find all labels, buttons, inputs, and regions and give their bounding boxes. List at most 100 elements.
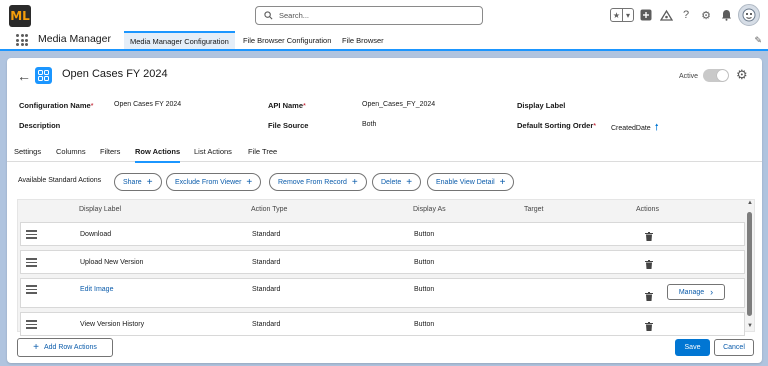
edit-nav-pencil-icon[interactable]: ✎ (754, 35, 762, 46)
nav-tab-media-manager-configuration[interactable]: Media Manager Configuration (124, 31, 235, 49)
row-display-label-link[interactable]: Edit Image (80, 286, 113, 293)
record-type-icon (35, 67, 52, 84)
settings-gear-icon[interactable]: ⚙ (736, 67, 748, 83)
tab-settings[interactable]: Settings (14, 147, 41, 156)
tab-file-tree[interactable]: File Tree (248, 147, 277, 156)
chevron-right-icon: › (710, 287, 714, 297)
tab-row-actions[interactable]: Row Actions (135, 147, 181, 163)
add-row-actions-button[interactable]: + Add Row Actions (17, 338, 113, 357)
drag-handle-icon[interactable] (26, 320, 37, 331)
active-toggle[interactable] (703, 69, 729, 82)
configuration-name-label: Configuration Name* (19, 101, 94, 110)
column-header-actions: Actions (636, 206, 659, 213)
drag-handle-icon[interactable] (26, 230, 37, 241)
help-icon[interactable]: ? (678, 6, 694, 24)
app-logo[interactable]: ML (9, 5, 31, 27)
row-display-label: View Version History (80, 321, 145, 328)
favorites-button[interactable]: ★ ▾ (610, 8, 634, 22)
row-action-type: Standard (252, 231, 281, 238)
column-header-action-type: Action Type (251, 206, 288, 213)
cancel-button[interactable]: Cancel (714, 339, 754, 356)
scrollbar-thumb[interactable] (747, 212, 752, 316)
api-name-value: Open_Cases_FY_2024 (362, 101, 436, 108)
required-marker: * (90, 101, 94, 110)
manage-button[interactable]: Manage › (667, 284, 725, 300)
search-input[interactable] (279, 11, 469, 20)
file-source-value: Both (362, 121, 377, 128)
row-actions-table: Display Label Action Type Display As Tar… (17, 199, 755, 336)
app-navigation-bar: Media Manager Media Manager Configuratio… (0, 31, 768, 51)
record-card: ← Open Cases FY 2024 Active ⚙ Configurat… (7, 58, 762, 363)
required-marker: * (593, 121, 597, 130)
star-icon[interactable]: ★ (611, 9, 622, 21)
column-header-display-label: Display Label (79, 206, 122, 213)
delete-trash-icon[interactable] (645, 292, 653, 301)
row-display-as: Button (414, 286, 435, 293)
delete-trash-icon[interactable] (645, 322, 653, 331)
search-icon (264, 11, 273, 20)
add-enable-view-detail-action-button[interactable]: Enable View Detail + (427, 173, 515, 191)
drag-handle-icon[interactable] (26, 285, 37, 296)
row-display-as: Button (414, 321, 435, 328)
default-sorting-order-value: CreatedDate 🠕 (611, 122, 659, 132)
active-label: Active (679, 73, 699, 80)
trailhead-icon[interactable] (658, 6, 674, 24)
row-action-type: Standard (252, 321, 281, 328)
available-standard-actions-label: Available Standard Actions (18, 177, 102, 184)
file-source-label: File Source (268, 121, 309, 130)
required-marker: * (303, 101, 306, 110)
plus-icon: + (146, 176, 153, 188)
app-name: Media Manager (38, 33, 111, 45)
setup-gear-icon[interactable]: ⚙ (698, 6, 714, 24)
table-scrollbar[interactable]: ▲ ▼ (746, 200, 754, 331)
row-action-type: Standard (252, 286, 281, 293)
scroll-up-arrow-icon[interactable]: ▲ (746, 200, 754, 206)
drag-handle-icon[interactable] (26, 258, 37, 269)
plus-icon: + (499, 176, 506, 188)
avatar-icon (742, 8, 756, 22)
plus-icon: + (406, 176, 413, 188)
add-share-action-button[interactable]: Share + (114, 173, 162, 191)
column-header-display-as: Display As (413, 206, 446, 213)
chevron-down-icon[interactable]: ▾ (622, 9, 633, 21)
delete-trash-icon[interactable] (645, 260, 653, 269)
nav-tab-file-browser-configuration[interactable]: File Browser Configuration (237, 31, 337, 49)
default-sorting-order-label: Default Sorting Order* (517, 121, 597, 130)
plus-icon: + (33, 342, 39, 353)
global-header: ML ★ ▾ ? ⚙ (0, 0, 768, 31)
add-delete-action-button[interactable]: Delete + (372, 173, 422, 191)
plus-icon: + (246, 176, 253, 188)
global-search[interactable] (255, 6, 483, 25)
row-display-label: Download (80, 231, 112, 238)
global-actions-icon[interactable] (638, 6, 654, 24)
add-exclude-from-viewer-action-button[interactable]: Exclude From Viewer + (166, 173, 262, 191)
table-row: Upload New Version Standard Button (20, 250, 745, 274)
plus-icon: + (351, 176, 358, 188)
user-avatar[interactable] (738, 4, 760, 26)
sort-ascending-icon[interactable]: 🠕 (655, 122, 659, 132)
table-row: View Version History Standard Button (20, 312, 745, 336)
add-remove-from-record-action-button[interactable]: Remove From Record + (269, 173, 367, 191)
configuration-tabs: Settings Columns Filters Row Actions Lis… (7, 142, 762, 163)
display-label-label: Display Label (517, 101, 566, 110)
row-action-type: Standard (252, 259, 281, 266)
nav-tab-file-browser[interactable]: File Browser (336, 31, 390, 49)
record-title: Open Cases FY 2024 (62, 68, 168, 80)
back-arrow-icon[interactable]: ← (17, 68, 31, 84)
scroll-down-arrow-icon[interactable]: ▼ (746, 323, 754, 329)
row-display-as: Button (414, 231, 435, 238)
tab-columns[interactable]: Columns (56, 147, 86, 156)
configuration-name-value: Open Cases FY 2024 (114, 101, 182, 108)
notifications-bell-icon[interactable] (718, 6, 734, 24)
table-row: Edit Image Standard Button Manage › (20, 278, 745, 308)
tab-filters[interactable]: Filters (100, 147, 120, 156)
app-launcher-icon[interactable] (16, 34, 28, 46)
row-display-label: Upload New Version (80, 259, 144, 266)
delete-trash-icon[interactable] (645, 232, 653, 241)
table-row: Download Standard Button (20, 222, 745, 246)
save-button[interactable]: Save (675, 339, 710, 356)
tab-list-actions[interactable]: List Actions (194, 147, 232, 156)
header-utility-icons: ★ ▾ ? ⚙ (610, 4, 760, 26)
row-display-as: Button (414, 259, 435, 266)
description-label: Description (19, 121, 61, 130)
